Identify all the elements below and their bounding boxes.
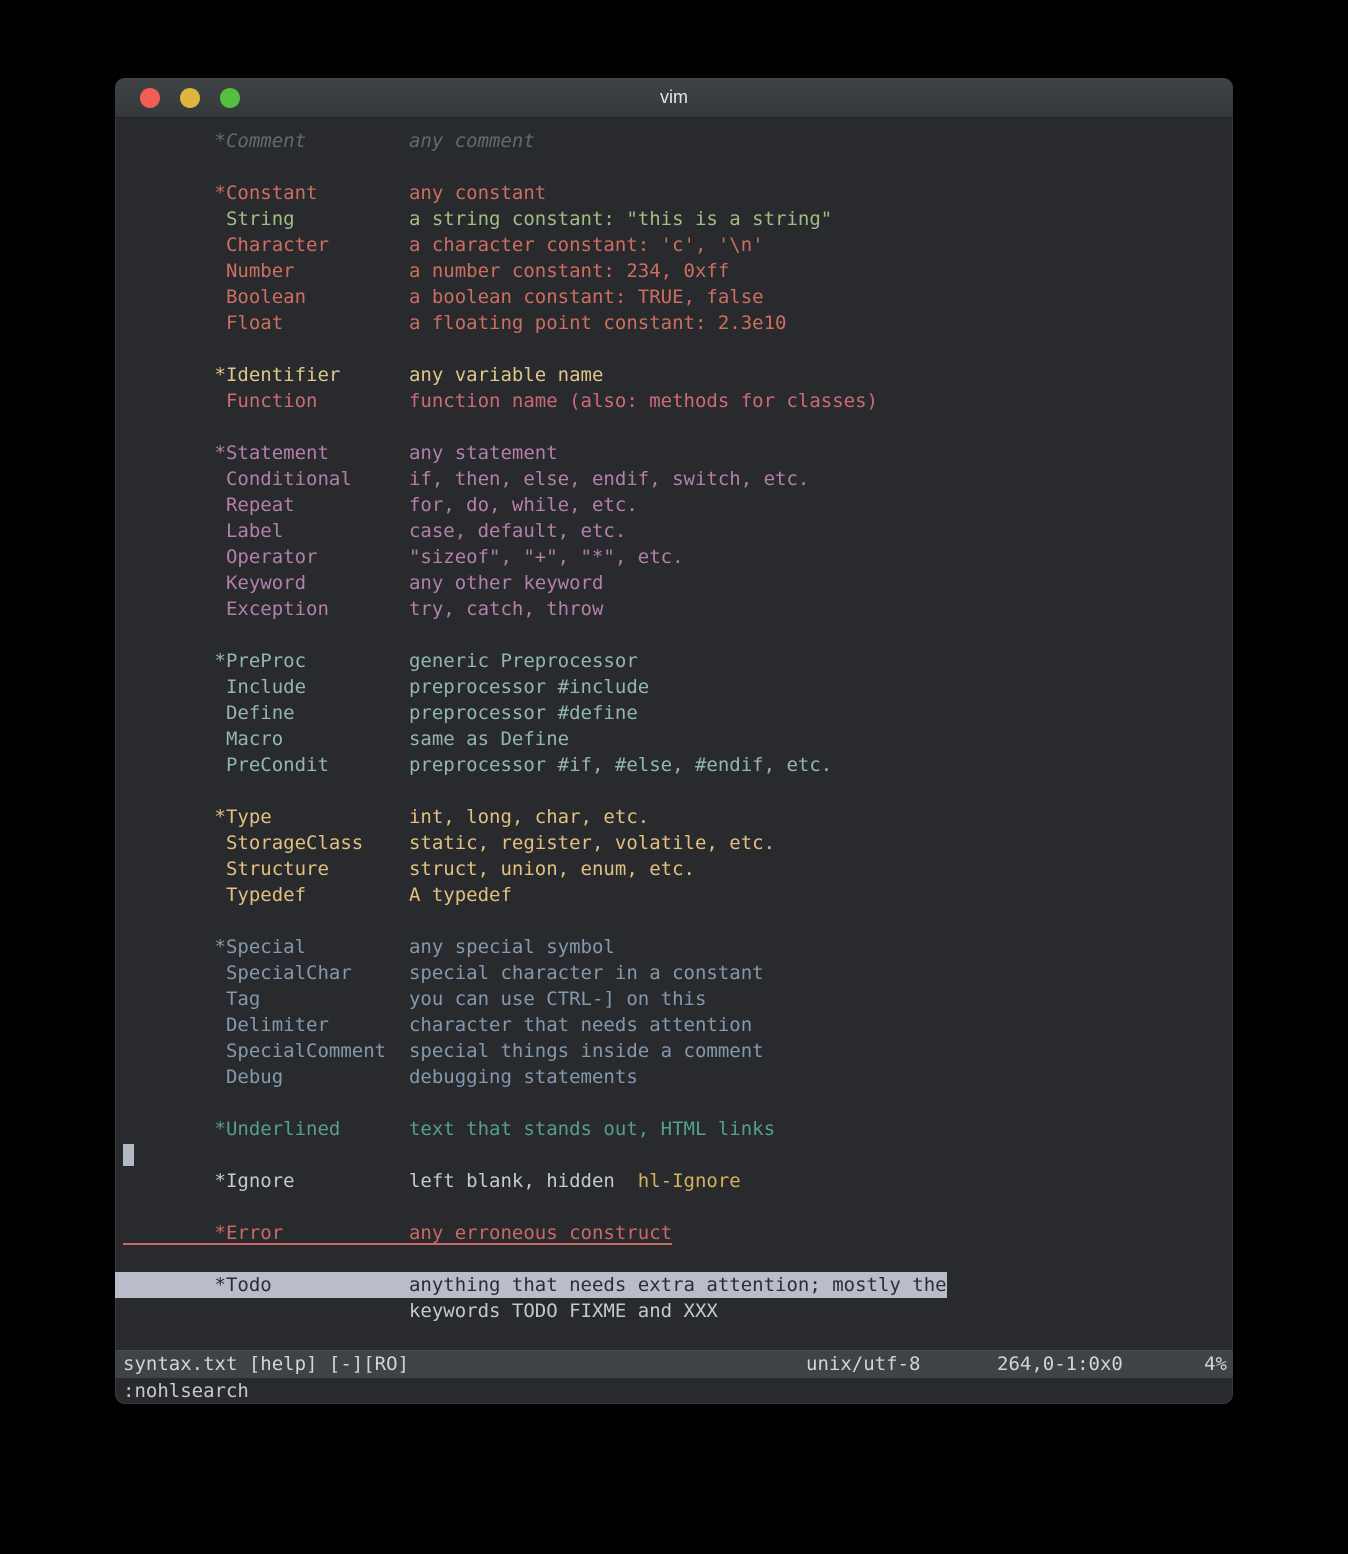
close-button[interactable]	[140, 88, 160, 108]
buffer-line[interactable]: *Comment any comment	[115, 128, 1233, 154]
buffer-line[interactable]	[115, 908, 1233, 934]
buffer-line-text: Include preprocessor #include	[123, 676, 649, 698]
zoom-button[interactable]	[220, 88, 240, 108]
buffer-line-text: StorageClass static, register, volatile,…	[123, 832, 775, 854]
window-titlebar[interactable]: vim	[115, 78, 1233, 118]
buffer-line[interactable]: Exception try, catch, throw	[115, 596, 1233, 622]
buffer-line-text: Operator "sizeof", "+", "*", etc.	[123, 546, 684, 568]
buffer-line-text: Structure struct, union, enum, etc.	[123, 858, 695, 880]
buffer-line-text: *Error any erroneous construct	[123, 1222, 672, 1244]
buffer-line-text: keywords TODO FIXME and XXX	[123, 1300, 718, 1322]
buffer-line[interactable]: Repeat for, do, while, etc.	[115, 492, 1233, 518]
buffer-line-text: *Statement any statement	[123, 442, 558, 464]
buffer-line[interactable]	[115, 154, 1233, 180]
buffer-line[interactable]: *Statement any statement	[115, 440, 1233, 466]
buffer-line[interactable]	[115, 1194, 1233, 1220]
buffer-line[interactable]	[115, 336, 1233, 362]
buffer-line-text: *Identifier any variable name	[123, 364, 603, 386]
buffer-line[interactable]: keywords TODO FIXME and XXX	[115, 1298, 1233, 1324]
buffer-line[interactable]: Structure struct, union, enum, etc.	[115, 856, 1233, 882]
buffer-line[interactable]: String a string constant: "this is a str…	[115, 206, 1233, 232]
buffer-line[interactable]: Function function name (also: methods fo…	[115, 388, 1233, 414]
buffer-line[interactable]: Keyword any other keyword	[115, 570, 1233, 596]
status-bar: syntax.txt [help] [-][RO] unix/utf-8 264…	[115, 1350, 1233, 1378]
buffer-line[interactable]: Operator "sizeof", "+", "*", etc.	[115, 544, 1233, 570]
buffer-line-text: *Todo anything that needs extra attentio…	[115, 1272, 947, 1298]
buffer-line-text: PreCondit preprocessor #if, #else, #endi…	[123, 754, 832, 776]
buffer-line[interactable]: PreCondit preprocessor #if, #else, #endi…	[115, 752, 1233, 778]
buffer-line-text: Boolean a boolean constant: TRUE, false	[123, 286, 764, 308]
buffer-line[interactable]: Conditional if, then, else, endif, switc…	[115, 466, 1233, 492]
buffer-line-text: Keyword any other keyword	[123, 572, 603, 594]
buffer-line-text: *Constant any constant	[123, 182, 546, 204]
status-scroll-percent: 4%	[1204, 1350, 1227, 1378]
traffic-lights	[140, 88, 240, 108]
buffer-line[interactable]: Character a character constant: 'c', '\n…	[115, 232, 1233, 258]
buffer-line[interactable]: *Ignore left blank, hidden hl-Ignore	[115, 1168, 1233, 1194]
buffer-line-text: Number a number constant: 234, 0xff	[123, 260, 729, 282]
vim-window: vim *Comment any comment *Constant any c…	[115, 78, 1233, 1404]
buffer-line[interactable]: Macro same as Define	[115, 726, 1233, 752]
buffer-line[interactable]	[115, 1142, 1233, 1168]
buffer-line[interactable]	[115, 1246, 1233, 1272]
buffer-line-text: Tag you can use CTRL-] on this	[123, 988, 706, 1010]
buffer-line-text: Macro same as Define	[123, 728, 569, 750]
buffer-line-text: Typedef A typedef	[123, 884, 512, 906]
buffer-line-text: Conditional if, then, else, endif, switc…	[123, 468, 809, 490]
buffer-line[interactable]	[115, 778, 1233, 804]
buffer-line[interactable]	[115, 1090, 1233, 1116]
buffer-line-text: Float a floating point constant: 2.3e10	[123, 312, 786, 334]
buffer-line[interactable]: StorageClass static, register, volatile,…	[115, 830, 1233, 856]
buffer-line-text: Label case, default, etc.	[123, 520, 626, 542]
buffer-line[interactable]: Debug debugging statements	[115, 1064, 1233, 1090]
buffer-line-text: *Ignore left blank, hidden	[123, 1170, 638, 1192]
buffer-line[interactable]: *Type int, long, char, etc.	[115, 804, 1233, 830]
buffer-line-text: *PreProc generic Preprocessor	[123, 650, 638, 672]
buffer-line-text: *Special any special symbol	[123, 936, 615, 958]
buffer-line-text: SpecialChar special character in a const…	[123, 962, 764, 984]
buffer-line-text: *Underlined text that stands out, HTML l…	[123, 1118, 775, 1140]
buffer-line[interactable]: Define preprocessor #define	[115, 700, 1233, 726]
buffer-line-text: Delimiter character that needs attention	[123, 1014, 752, 1036]
buffer-line[interactable]	[115, 414, 1233, 440]
buffer-line[interactable]: Delimiter character that needs attention	[115, 1012, 1233, 1038]
status-cursor-position: 264,0-1:0x0	[997, 1350, 1123, 1378]
buffer-line[interactable]: *Special any special symbol	[115, 934, 1233, 960]
buffer-line[interactable]: *Constant any constant	[115, 180, 1233, 206]
buffer-line-text: Define preprocessor #define	[123, 702, 638, 724]
buffer-line-text: String a string constant: "this is a str…	[123, 208, 832, 230]
buffer-line[interactable]: Tag you can use CTRL-] on this	[115, 986, 1233, 1012]
buffer-line-text: Repeat for, do, while, etc.	[123, 494, 638, 516]
command-line[interactable]: :nohlsearch	[115, 1378, 1233, 1404]
buffer-line[interactable]: SpecialChar special character in a const…	[115, 960, 1233, 986]
buffer-line[interactable]: Float a floating point constant: 2.3e10	[115, 310, 1233, 336]
buffer-line[interactable]: *Underlined text that stands out, HTML l…	[115, 1116, 1233, 1142]
buffer-line-text: *Comment any comment	[123, 130, 535, 152]
buffer-line-text: Character a character constant: 'c', '\n…	[123, 234, 764, 256]
buffer-line[interactable]: Number a number constant: 234, 0xff	[115, 258, 1233, 284]
buffer-line[interactable]: *Error any erroneous construct	[115, 1220, 1233, 1246]
buffer-line[interactable]: *Identifier any variable name	[115, 362, 1233, 388]
buffer-line-text: Exception try, catch, throw	[123, 598, 603, 620]
help-tag-link[interactable]: hl-Ignore	[638, 1170, 741, 1192]
buffer-line[interactable]: SpecialComment special things inside a c…	[115, 1038, 1233, 1064]
buffer-line-text: SpecialComment special things inside a c…	[123, 1040, 764, 1062]
text-buffer[interactable]: *Comment any comment *Constant any const…	[115, 118, 1233, 1350]
buffer-line[interactable]	[115, 622, 1233, 648]
buffer-line-text: Debug debugging statements	[123, 1066, 638, 1088]
buffer-line-text: Function function name (also: methods fo…	[123, 390, 878, 412]
buffer-line[interactable]	[115, 1324, 1233, 1350]
buffer-line[interactable]: *PreProc generic Preprocessor	[115, 648, 1233, 674]
minimize-button[interactable]	[180, 88, 200, 108]
status-filename: syntax.txt [help] [-][RO]	[123, 1350, 409, 1378]
window-title: vim	[660, 87, 688, 108]
cursor-block	[123, 1144, 134, 1166]
buffer-line-text: *Type int, long, char, etc.	[123, 806, 649, 828]
buffer-line[interactable]: Boolean a boolean constant: TRUE, false	[115, 284, 1233, 310]
buffer-line[interactable]: Include preprocessor #include	[115, 674, 1233, 700]
buffer-line[interactable]: Typedef A typedef	[115, 882, 1233, 908]
status-encoding: unix/utf-8	[806, 1350, 920, 1378]
buffer-line[interactable]: Label case, default, etc.	[115, 518, 1233, 544]
buffer-line[interactable]: *Todo anything that needs extra attentio…	[115, 1272, 1233, 1298]
